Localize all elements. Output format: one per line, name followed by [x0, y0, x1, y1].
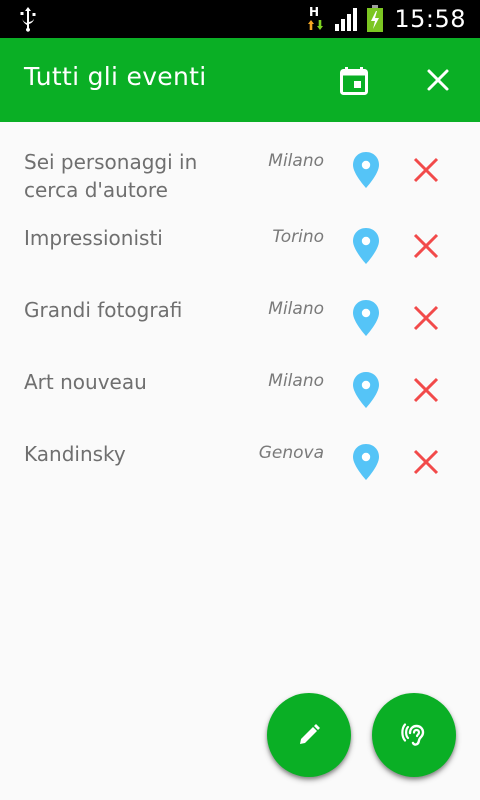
event-title: Impressionisti [24, 226, 163, 250]
delete-x-icon[interactable] [410, 446, 442, 478]
signal-icon [335, 8, 358, 31]
svg-text:H: H [309, 5, 319, 19]
event-title: Art nouveau [24, 370, 147, 394]
event-city: Milano [268, 299, 324, 319]
map-pin-icon[interactable] [350, 226, 382, 266]
app-bar: Tutti gli eventi [0, 38, 480, 122]
map-pin-icon[interactable] [350, 442, 382, 482]
event-title: Kandinsky [24, 442, 126, 466]
list-item[interactable]: Art nouveau Milano [0, 342, 480, 414]
edit-fab-button[interactable] [267, 693, 351, 777]
status-bar: H 15:58 [0, 0, 480, 38]
hearing-fab-button[interactable] [372, 693, 456, 777]
clock: 15:58 [394, 5, 466, 33]
hearing-icon [401, 723, 425, 746]
page-title: Tutti gli eventi [24, 62, 207, 91]
event-title: Grandi fotografi [24, 298, 183, 322]
list-item[interactable]: Kandinsky Genova [0, 414, 480, 486]
event-city: Milano [268, 151, 324, 171]
event-title: Sei personaggi in cerca d'autore [24, 150, 198, 202]
calendar-icon[interactable] [336, 62, 372, 98]
delete-x-icon[interactable] [410, 230, 442, 262]
network-h-icon: H [308, 5, 324, 30]
delete-x-icon[interactable] [410, 154, 442, 186]
list-item[interactable]: Sei personaggi in cerca d'autore Milano [0, 122, 480, 202]
event-city: Milano [268, 371, 324, 391]
map-pin-icon[interactable] [350, 150, 382, 190]
list-item[interactable]: Impressionisti Torino [0, 198, 480, 270]
event-city: Genova [258, 443, 324, 463]
close-icon[interactable] [420, 62, 456, 98]
battery-charging-icon [367, 5, 384, 32]
pencil-icon [300, 724, 320, 744]
delete-x-icon[interactable] [410, 302, 442, 334]
usb-icon [20, 7, 36, 32]
delete-x-icon[interactable] [410, 374, 442, 406]
event-city: Torino [272, 227, 324, 247]
map-pin-icon[interactable] [350, 298, 382, 338]
list-item[interactable]: Grandi fotografi Milano [0, 270, 480, 342]
map-pin-icon[interactable] [350, 370, 382, 410]
